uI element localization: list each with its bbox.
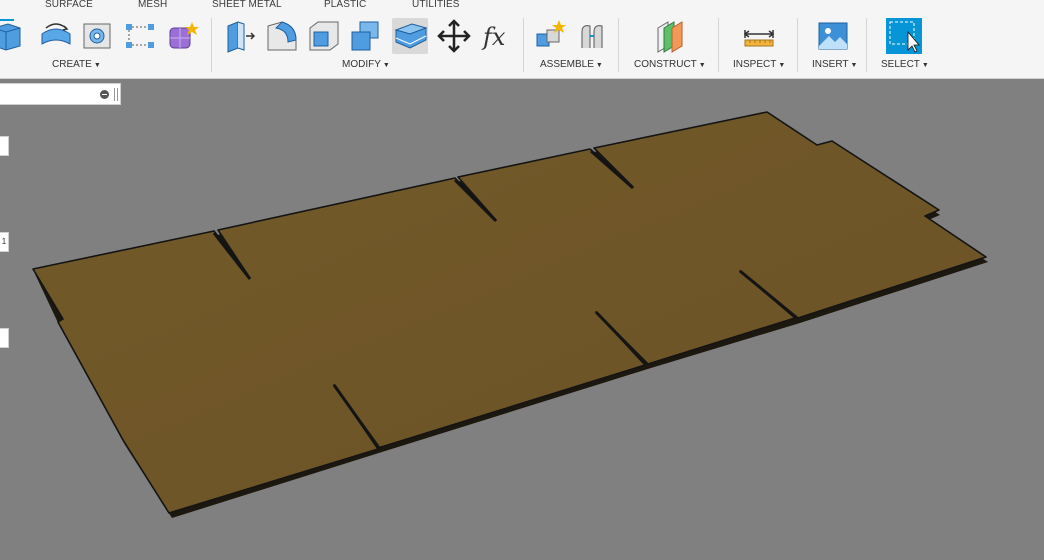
create-form-icon[interactable] <box>165 18 201 54</box>
toolbar: SURFACE MESH SHEET METAL PLASTIC UTILITI… <box>0 0 1044 79</box>
extrude-icon[interactable] <box>0 18 26 54</box>
tab-surface[interactable]: SURFACE <box>45 0 93 10</box>
insert-menu[interactable]: INSERT ▼ <box>812 59 857 70</box>
tab-mesh[interactable]: MESH <box>138 0 167 10</box>
select-menu[interactable]: SELECT ▼ <box>881 59 929 70</box>
joint-icon[interactable] <box>576 18 612 54</box>
insert-image-icon[interactable] <box>815 18 851 54</box>
divider <box>866 18 867 72</box>
modify-menu[interactable]: MODIFY ▼ <box>342 59 390 70</box>
divider <box>797 18 798 72</box>
side-panel-tab[interactable] <box>0 328 9 348</box>
sketch-pattern-icon[interactable] <box>122 18 158 54</box>
svg-text:fx: fx <box>481 23 506 51</box>
select-menu-label: SELECT <box>881 59 920 70</box>
construct-menu[interactable]: CONSTRUCT ▼ <box>634 59 706 70</box>
revolve-icon[interactable] <box>38 18 74 54</box>
select-icon[interactable] <box>886 18 922 54</box>
tab-sheet-metal[interactable]: SHEET METAL <box>212 0 282 10</box>
create-menu-label: CREATE <box>52 59 92 70</box>
press-pull-icon[interactable] <box>222 18 258 54</box>
sheet-metal-flat-pattern[interactable] <box>0 79 1044 555</box>
parameters-fx-icon[interactable]: fx <box>480 18 516 54</box>
divider <box>618 18 619 72</box>
tab-utilities[interactable]: UTILITIES <box>412 0 460 10</box>
offset-plane-icon[interactable] <box>652 18 688 54</box>
workspace-tabs: SURFACE MESH SHEET METAL PLASTIC UTILITI… <box>0 0 1044 12</box>
sheet-face[interactable] <box>32 111 987 514</box>
pin-icon[interactable] <box>114 88 115 101</box>
side-panel-tab[interactable] <box>0 136 9 156</box>
divider <box>523 18 524 72</box>
divider <box>718 18 719 72</box>
assemble-dropdown-icon: ▼ <box>595 62 603 69</box>
insert-dropdown-icon: ▼ <box>850 62 858 69</box>
inspect-menu[interactable]: INSPECT ▼ <box>733 59 785 70</box>
offset-face-icon[interactable] <box>392 18 428 54</box>
hole-icon[interactable] <box>80 18 116 54</box>
construct-menu-label: CONSTRUCT <box>634 59 697 70</box>
create-menu[interactable]: CREATE ▼ <box>52 59 101 70</box>
modify-menu-label: MODIFY <box>342 59 381 70</box>
measure-icon[interactable] <box>741 18 777 54</box>
construct-dropdown-icon: ▼ <box>698 62 706 69</box>
new-component-icon[interactable] <box>533 18 569 54</box>
move-icon[interactable] <box>436 18 472 54</box>
browser-panel-header[interactable] <box>0 83 121 105</box>
inspect-dropdown-icon: ▼ <box>778 62 786 69</box>
side-panel-tab[interactable]: 1 <box>0 232 9 252</box>
select-dropdown-icon: ▼ <box>921 62 929 69</box>
assemble-menu-label: ASSEMBLE <box>540 59 594 70</box>
side-tab-label: 1 <box>1 237 7 246</box>
inspect-menu-label: INSPECT <box>733 59 777 70</box>
tab-plastic[interactable]: PLASTIC <box>324 0 366 10</box>
3d-viewport[interactable] <box>0 79 1044 555</box>
create-dropdown-icon: ▼ <box>93 62 101 69</box>
collapse-minus-icon[interactable] <box>100 90 109 99</box>
shell-icon[interactable] <box>306 18 342 54</box>
divider <box>211 18 212 72</box>
combine-icon[interactable] <box>348 18 384 54</box>
insert-menu-label: INSERT <box>812 59 849 70</box>
modify-dropdown-icon: ▼ <box>382 62 390 69</box>
assemble-menu[interactable]: ASSEMBLE ▼ <box>540 59 603 70</box>
pin-icon[interactable] <box>117 88 118 101</box>
fillet-icon[interactable] <box>264 18 300 54</box>
